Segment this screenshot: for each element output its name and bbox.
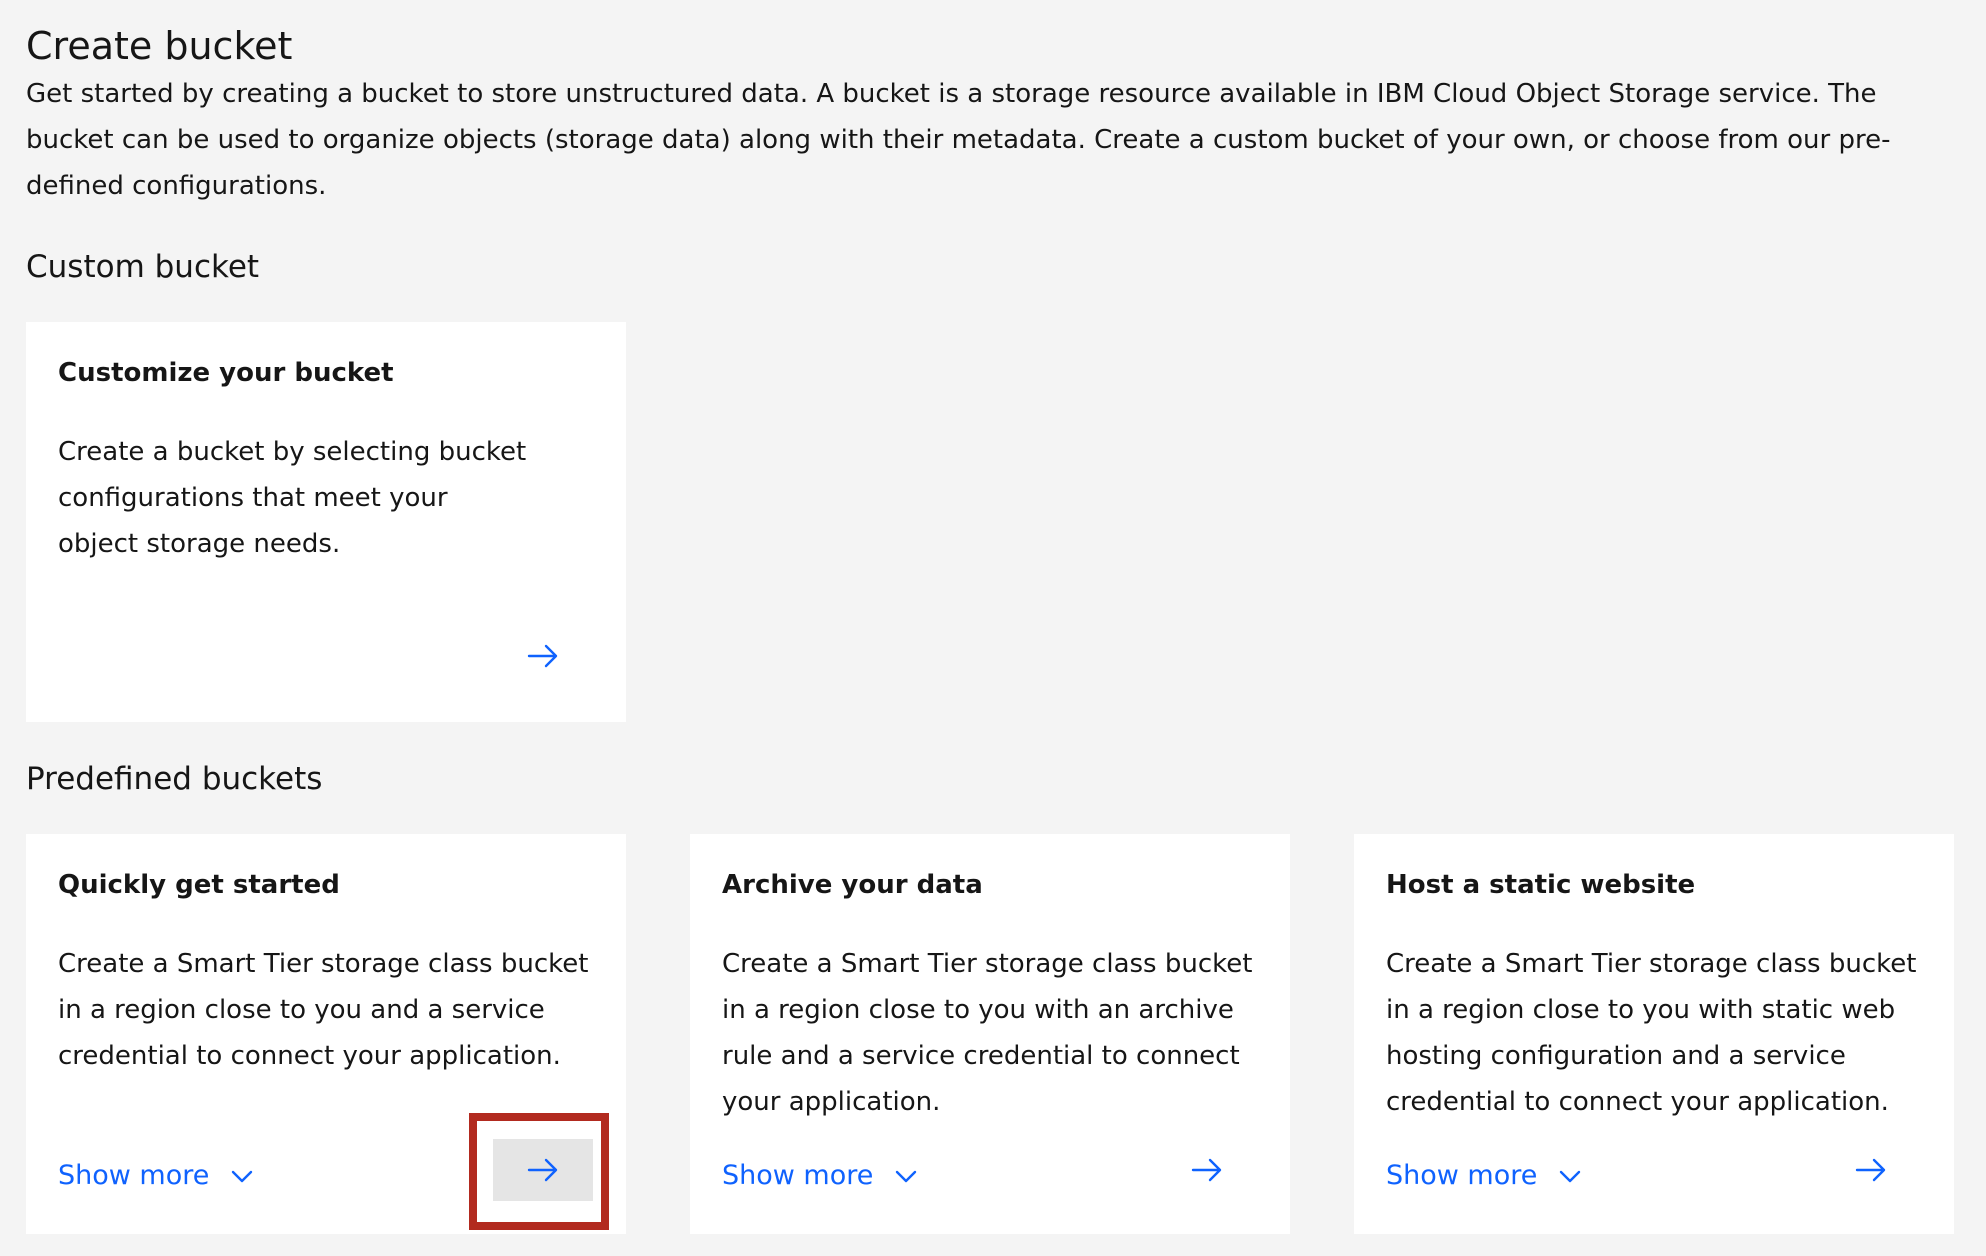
customize-bucket-arrow-button[interactable] (493, 625, 593, 687)
tile-title: Customize your bucket (58, 358, 394, 388)
arrow-right-icon (527, 644, 558, 668)
arrow-right-icon (1855, 1158, 1886, 1182)
chevron-down-icon (232, 1170, 253, 1183)
chevron-down-icon (1560, 1170, 1581, 1183)
quickly-get-started-tile[interactable]: Quickly get started Create a Smart Tier … (26, 834, 626, 1234)
page-intro: Get started by creating a bucket to stor… (26, 79, 1891, 201)
custom-bucket-heading: Custom bucket (26, 249, 260, 285)
tile-title: Host a static website (1386, 870, 1696, 900)
show-more-link[interactable]: Show more (58, 1156, 253, 1196)
arrow-right-icon (527, 1158, 558, 1182)
tile-description: Create a Smart Tier storage class bucket… (1386, 949, 1917, 1117)
chevron-down-icon (896, 1170, 917, 1183)
tile-description: Create a bucket by selecting bucket conf… (58, 437, 527, 559)
quickly-get-started-arrow-button[interactable] (493, 1139, 593, 1201)
show-more-label: Show more (58, 1160, 210, 1191)
show-more-link[interactable]: Show more (1386, 1156, 1581, 1196)
show-more-label: Show more (722, 1160, 874, 1191)
tile-title: Quickly get started (58, 870, 340, 900)
arrow-right-icon (1191, 1158, 1222, 1182)
tile-description: Create a Smart Tier storage class bucket… (58, 949, 589, 1071)
show-more-label: Show more (1386, 1160, 1538, 1191)
host-static-website-tile[interactable]: Host a static website Create a Smart Tie… (1354, 834, 1954, 1234)
tile-description: Create a Smart Tier storage class bucket… (722, 949, 1253, 1117)
show-more-link[interactable]: Show more (722, 1156, 917, 1196)
page-title: Create bucket (26, 24, 293, 68)
tile-title: Archive your data (722, 870, 983, 900)
predefined-buckets-heading: Predefined buckets (26, 761, 323, 797)
host-static-website-arrow-button[interactable] (1821, 1139, 1921, 1201)
archive-your-data-arrow-button[interactable] (1157, 1139, 1257, 1201)
archive-your-data-tile[interactable]: Archive your data Create a Smart Tier st… (690, 834, 1290, 1234)
customize-bucket-tile[interactable]: Customize your bucket Create a bucket by… (26, 322, 626, 722)
